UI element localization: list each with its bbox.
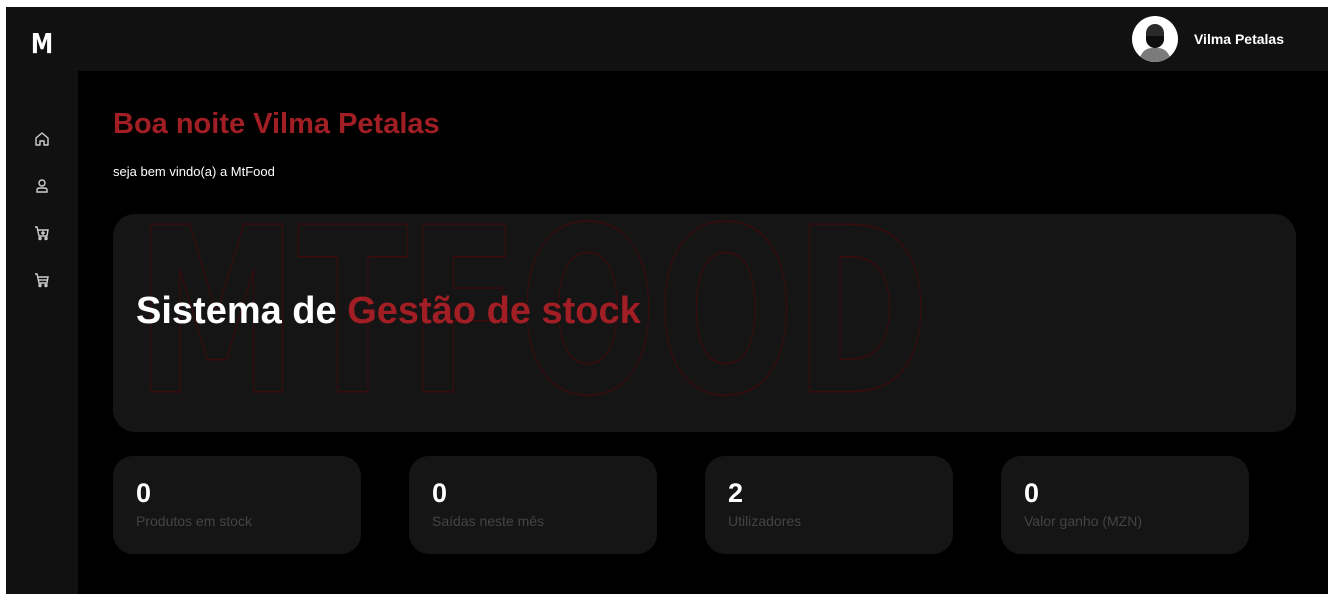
user-name: Vilma Petalas bbox=[1193, 31, 1284, 47]
stat-card-exits: 0 Saídas neste mês bbox=[409, 456, 657, 554]
greeting-title: Boa noite Vilma Petalas bbox=[113, 108, 440, 140]
stat-card-products: 0 Produtos em stock bbox=[113, 456, 361, 554]
sidebar-nav bbox=[6, 115, 78, 303]
hero-title-accent: Gestão de stock bbox=[347, 290, 641, 332]
sidebar-item-users[interactable] bbox=[6, 162, 78, 209]
sidebar-item-add-to-cart[interactable] bbox=[6, 209, 78, 256]
stat-value: 0 bbox=[432, 478, 448, 508]
avatar[interactable] bbox=[1131, 16, 1178, 62]
stat-label: Utilizadores bbox=[728, 513, 802, 529]
stat-value: 0 bbox=[1024, 478, 1040, 508]
cart-plus-icon bbox=[35, 225, 49, 240]
stat-label: Saídas neste mês bbox=[432, 513, 545, 529]
user-menu[interactable]: Vilma Petalas bbox=[1131, 16, 1284, 62]
sidebar-item-cart[interactable] bbox=[6, 256, 78, 303]
stat-value: 2 bbox=[728, 478, 744, 508]
greeting-subtitle: seja bem vindo(a) a MtFood bbox=[113, 164, 275, 179]
cart-icon bbox=[35, 272, 49, 287]
app-frame: M Vilma Petalas Boa noite Vilma Petalas … bbox=[6, 7, 1328, 594]
stat-label: Valor ganho (MZN) bbox=[1024, 513, 1143, 529]
topbar: Vilma Petalas bbox=[78, 7, 1328, 71]
stat-card-users: 2 Utilizadores bbox=[705, 456, 953, 554]
brand-logo[interactable]: M bbox=[13, 7, 71, 79]
user-icon bbox=[36, 178, 48, 193]
stat-label: Produtos em stock bbox=[136, 513, 252, 529]
stat-card-revenue: 0 Valor ganho (MZN) bbox=[1001, 456, 1249, 554]
home-icon bbox=[35, 131, 49, 146]
sidebar: M bbox=[6, 7, 78, 594]
sidebar-item-home[interactable] bbox=[6, 115, 78, 162]
stat-value: 0 bbox=[136, 478, 152, 508]
hero-title-prefix: Sistema de bbox=[136, 290, 337, 332]
hero-title: Sistema de Gestão de stock bbox=[136, 290, 641, 333]
